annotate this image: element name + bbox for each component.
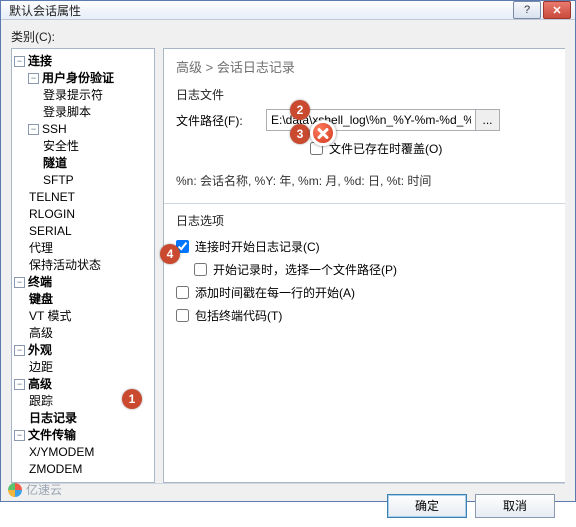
opt3-checkbox[interactable] <box>176 286 189 299</box>
badge-1: 1 <box>122 389 142 409</box>
opt2-checkbox[interactable] <box>194 263 207 276</box>
tree-toggle[interactable]: − <box>14 277 25 288</box>
opt3-row: 添加时间戳在每一行的开始(A) <box>176 281 553 304</box>
tree-login-script[interactable]: 登录脚本 <box>42 105 92 119</box>
tree-sftp[interactable]: SFTP <box>42 173 75 187</box>
help-button[interactable]: ? <box>513 1 541 19</box>
opt2-label: 开始记录时，选择一个文件路径(P) <box>213 261 397 278</box>
tree-toggle[interactable]: − <box>14 345 25 356</box>
dialog-body: 类别(C): −连接 −用户身份验证 登录提示符 登录脚本 −SSH 安全性 隧… <box>1 20 575 527</box>
watermark-text: 亿速云 <box>26 481 62 498</box>
opt3-label: 添加时间戳在每一行的开始(A) <box>195 284 355 301</box>
tree-serial[interactable]: SERIAL <box>28 224 73 238</box>
tree-tunnel[interactable]: 隧道 <box>42 156 68 170</box>
tree-advanced-term[interactable]: 高级 <box>28 326 54 340</box>
tree-login-prompt[interactable]: 登录提示符 <box>42 88 104 102</box>
dialog-window: 默认会话属性 ? ✕ 类别(C): −连接 −用户身份验证 登录提示符 登录脚本… <box>0 0 576 502</box>
browse-button[interactable]: ... <box>476 109 500 131</box>
tree-toggle[interactable]: − <box>14 430 25 441</box>
breadcrumb: 高级 > 会话日志记录 <box>176 57 553 76</box>
tree-toggle[interactable]: − <box>14 379 25 390</box>
ok-button[interactable]: 确定 <box>387 494 467 518</box>
tree-security[interactable]: 安全性 <box>42 139 80 153</box>
badge-2: 2 <box>290 100 310 120</box>
tree-terminal[interactable]: 终端 <box>27 275 53 289</box>
badge-4: 4 <box>160 244 180 264</box>
tree-logging[interactable]: 日志记录 <box>28 411 78 425</box>
opt1-row: 连接时开始日志记录(C) <box>176 235 553 258</box>
tree-xymodem[interactable]: X/YMODEM <box>28 445 95 459</box>
tree-toggle[interactable]: − <box>14 56 25 67</box>
category-tree[interactable]: −连接 −用户身份验证 登录提示符 登录脚本 −SSH 安全性 隧道 SFTP … <box>11 48 155 483</box>
separator <box>164 203 565 204</box>
file-path-row: 文件路径(F): ... <box>176 109 553 131</box>
tree-keyboard[interactable]: 键盘 <box>28 292 54 306</box>
log-file-section: 日志文件 <box>176 86 553 103</box>
window-title: 默认会话属性 <box>9 2 511 19</box>
tree-vtmode[interactable]: VT 模式 <box>28 309 72 323</box>
close-button[interactable]: ✕ <box>543 1 571 19</box>
tree-margins[interactable]: 边距 <box>28 360 54 374</box>
tree-trace[interactable]: 跟踪 <box>28 394 54 408</box>
content: −连接 −用户身份验证 登录提示符 登录脚本 −SSH 安全性 隧道 SFTP … <box>11 48 565 483</box>
tree-telnet[interactable]: TELNET <box>28 190 76 204</box>
badge-3: 3 <box>290 124 310 144</box>
tree-ssh[interactable]: SSH <box>41 122 68 136</box>
tree-toggle[interactable]: − <box>28 73 39 84</box>
settings-panel: 高级 > 会话日志记录 日志文件 文件路径(F): ... 文件已存在时覆盖(O… <box>163 48 565 483</box>
tree-toggle[interactable]: − <box>28 124 39 135</box>
tree-connection[interactable]: 连接 <box>27 54 53 68</box>
overwrite-row: 文件已存在时覆盖(O) <box>176 137 553 160</box>
tree-zmodem[interactable]: ZMODEM <box>28 462 83 476</box>
file-path-label: 文件路径(F): <box>176 112 266 129</box>
format-hint: %n: 会话名称, %Y: 年, %m: 月, %d: 日, %t: 时间 <box>176 172 553 189</box>
opt4-checkbox[interactable] <box>176 309 189 322</box>
cancel-button[interactable]: 取消 <box>475 494 555 518</box>
opt4-label: 包括终端代码(T) <box>195 307 282 324</box>
overwrite-label: 文件已存在时覆盖(O) <box>329 140 442 157</box>
opt1-label: 连接时开始日志记录(C) <box>195 238 320 255</box>
tree-keepalive[interactable]: 保持活动状态 <box>28 258 102 272</box>
watermark: 亿速云 <box>8 481 62 498</box>
category-label: 类别(C): <box>11 28 565 45</box>
tree-auth[interactable]: 用户身份验证 <box>41 71 115 85</box>
error-icon <box>310 120 336 146</box>
watermark-logo-icon <box>8 483 22 497</box>
tree-filetransfer[interactable]: 文件传输 <box>27 428 77 442</box>
opt2-row: 开始记录时，选择一个文件路径(P) <box>176 258 553 281</box>
tree-appearance[interactable]: 外观 <box>27 343 53 357</box>
tree-rlogin[interactable]: RLOGIN <box>28 207 76 221</box>
dialog-buttons: 确定 取消 <box>11 483 565 527</box>
tree-advanced[interactable]: 高级 <box>27 377 53 391</box>
tree-proxy[interactable]: 代理 <box>28 241 54 255</box>
log-options-section: 日志选项 <box>176 212 553 229</box>
opt4-row: 包括终端代码(T) <box>176 304 553 327</box>
titlebar[interactable]: 默认会话属性 ? ✕ <box>1 1 575 20</box>
